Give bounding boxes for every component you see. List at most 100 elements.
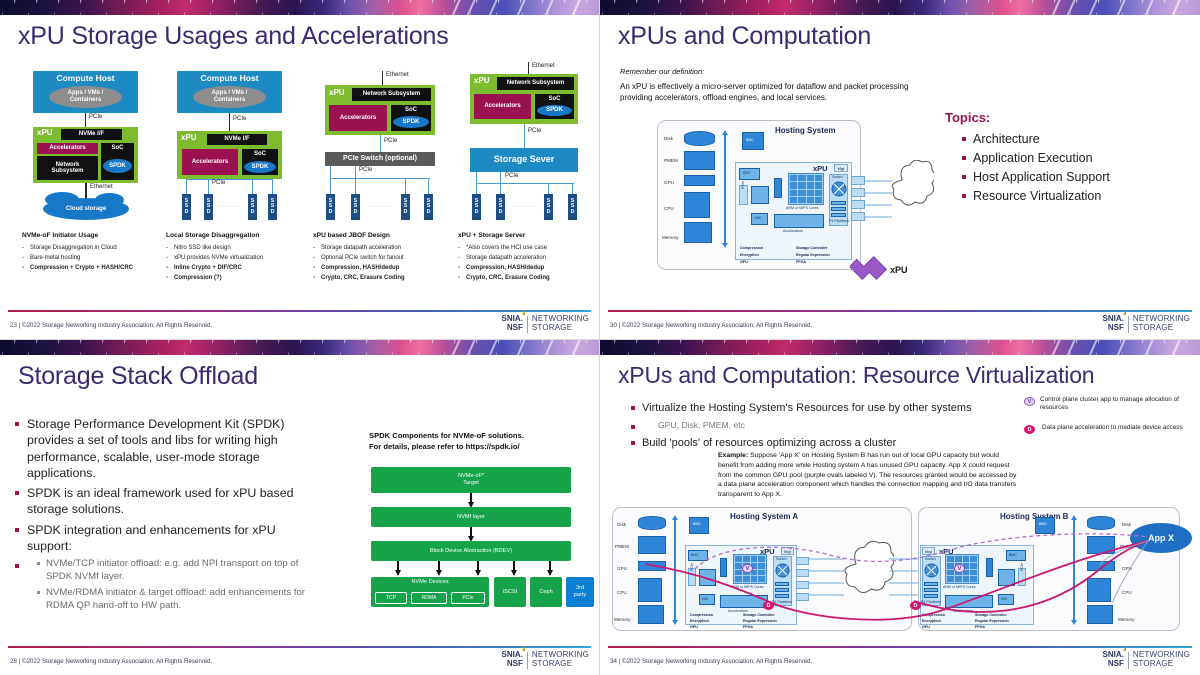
bullet-spdk-integration: SPDK integration and enhancements for xP… (14, 522, 319, 555)
b-p4-label: P4 Pipelines (921, 600, 941, 604)
accelerators-box-4: Accelerators (474, 94, 531, 119)
sub-bullet-nvme-rdma: NVMe/RDMA initiator & target offload: ad… (36, 587, 319, 613)
arrow-bdev-to-nvme (394, 561, 401, 576)
service-encryption: Encryption (740, 253, 759, 257)
b-accelerators-block (945, 595, 993, 608)
xpu-box-3: xPU Network Subsystem Accelerators SoC S… (325, 85, 435, 135)
service-gpu: GPU (740, 260, 748, 264)
slide-xpu-storage-usages: xPU Storage Usages and Accelerations Com… (0, 0, 600, 340)
topic-resource-virtualization: Resource Virtualization (962, 187, 1110, 206)
bullet-3-3: Compression, HASH/dedup (313, 264, 453, 273)
footer-divider (8, 646, 591, 648)
ssd-4b: SSD (496, 194, 505, 220)
row-label-gpu: GPU (664, 180, 674, 185)
device-tcp: TCP (375, 592, 407, 604)
port-4 (851, 212, 865, 221)
accelerators-block (774, 214, 824, 228)
b-service-regular-expression: Regular Expression (975, 619, 1009, 623)
a-switch-label: Switch (776, 557, 787, 561)
column-heading-3: xPU based JBOF Design (313, 232, 390, 239)
a-service-regular-expression: Regular Expression (743, 619, 777, 623)
accelerators-label: Accelerators (783, 229, 803, 233)
apps-vms-containers-oval-1: Apps / VMs / Containers (49, 86, 122, 108)
ssd-2c: SSD (248, 194, 257, 220)
a-service-encryption: Encryption (690, 619, 709, 623)
bmc-label-inner: BMC (743, 171, 751, 175)
a-service-gpu: GPU (690, 625, 698, 629)
example-label: Example: (718, 452, 749, 459)
bullet-4-4: Crypto, CRC, Erasure Coding (458, 274, 596, 283)
slide-xpus-and-computation: xPUs and Computation Remember our defini… (600, 0, 1200, 340)
bullet-3-1: Storage datapath acceleration (313, 244, 453, 253)
definition-lead: Remember our definition: (620, 67, 705, 76)
a-gpu-icon (638, 561, 666, 571)
b-switch-label: Switch (925, 557, 936, 561)
connector-pcie-4 (524, 124, 525, 148)
ssd-link-2b (208, 179, 209, 194)
ssd-ellipsis-4: ........ (514, 203, 536, 209)
ssd-ellipsis-3: ........ (369, 203, 391, 209)
bullet-build-pools: Build 'pools' of resources optimizing ac… (630, 436, 1000, 451)
hosting-system-a-label: Hosting System A (730, 512, 799, 521)
arrow-bdev-to-3rd (546, 561, 553, 576)
arrow-bdev-to-nvme-2 (435, 561, 442, 576)
bullet-3-4: Crypto, CRC, Erasure Coding (313, 274, 453, 283)
snia-accent-icon (1122, 310, 1126, 316)
column-bullets-3: Storage datapath acceleration Optional P… (313, 244, 453, 284)
column-heading-2: Local Storage Disaggregation (166, 232, 260, 239)
b-memory-icon (1087, 605, 1113, 624)
bullet-list: Virtualize the Hosting System's Resource… (630, 401, 1000, 454)
ssd-3d: SSD (424, 194, 433, 220)
snia-logo: SNIA. NSF NETWORKING STORAGE (502, 310, 589, 333)
footer-divider (8, 310, 591, 312)
row-label-cpu: CPU (664, 206, 674, 211)
a-nic-label: NIC (702, 597, 709, 601)
footer-copyright: 23 | ©2022 Storage Networking Industry A… (10, 322, 213, 329)
bullet-1-3: Compression + Crypto + HASH/CRC (22, 264, 148, 273)
spdk-layer-target: NVMe-oF* Target (371, 467, 571, 493)
app-x-oval: App X (1130, 523, 1192, 553)
decorative-banner (600, 0, 1200, 22)
column-heading-1: NVMe-oF Initiator Usage (22, 232, 99, 239)
xpu-tag-2: xPU (181, 133, 197, 142)
logo-divider (526, 315, 528, 333)
b-disk-icon (1087, 516, 1115, 530)
b-nic-label: NIC (1001, 597, 1008, 601)
page-title: xPU Storage Usages and Accelerations (18, 22, 449, 50)
b-pcie-label: PCIe (1020, 563, 1024, 571)
ssd-3b: SSD (351, 194, 360, 220)
ethernet-label-4: Ethernet (532, 63, 555, 69)
a-pipeline-1 (775, 582, 789, 586)
a-service-fpga: FPGA (743, 625, 753, 629)
hosting-system-label: Hosting System (775, 126, 836, 135)
a-bmc-outer-label: BMC (693, 522, 701, 526)
legend-text-v: Control plane cluster app to manage allo… (1040, 396, 1179, 412)
compute-host-box-1: Compute Host Apps / VMs / Containers (33, 71, 138, 113)
topic-application-execution: Application Execution (962, 149, 1110, 168)
arrow-bdev-to-iscsi (474, 561, 481, 576)
network-subsystem-box-1: Network Subsystem (37, 156, 98, 180)
b-cores-label: ARM or MIPS Cores (943, 585, 976, 589)
ssd-link-4b (500, 172, 501, 194)
logo-divider (1127, 651, 1129, 669)
column-bullets-4: *Also covers the HCI use case Storage da… (458, 244, 596, 284)
snia-wordmark: SNIA. NSF (1103, 310, 1126, 333)
footer-copyright: 28 | ©2022 Storage Networking Industry A… (10, 658, 213, 665)
ssd-link-4a (476, 172, 477, 194)
spdk-layer-nvmf: NVMf layer (371, 507, 571, 527)
example-paragraph: Example: Suppose 'App X' on Hosting Syst… (718, 451, 1018, 500)
slide-deck: xPU Storage Usages and Accelerations Com… (0, 0, 1200, 675)
network-cloud-icon (891, 160, 934, 206)
mgt-block: Mgt (834, 164, 848, 172)
legend-text-d: Data plane acceleration to mediate devic… (1042, 424, 1183, 431)
pcie-label-4b: PCIe (505, 173, 519, 179)
ssd-2b: SSD (204, 194, 213, 220)
ssd-4d: SSD (568, 194, 577, 220)
pipeline-row-1 (831, 201, 846, 205)
xpu-tag-4: xPU (474, 76, 490, 85)
bullet-spdk-intro: Storage Performance Development Kit (SPD… (14, 416, 319, 481)
sub-bullet-list: NVMe/TCP initiator offload: e.g. add NPI… (14, 558, 319, 612)
compute-host-label-2: Compute Host (200, 73, 259, 83)
a-cores-label: ARM or MIPS Cores (731, 585, 764, 589)
bullet-2-3: Inline Crypto + DIF/CRC (166, 264, 306, 273)
